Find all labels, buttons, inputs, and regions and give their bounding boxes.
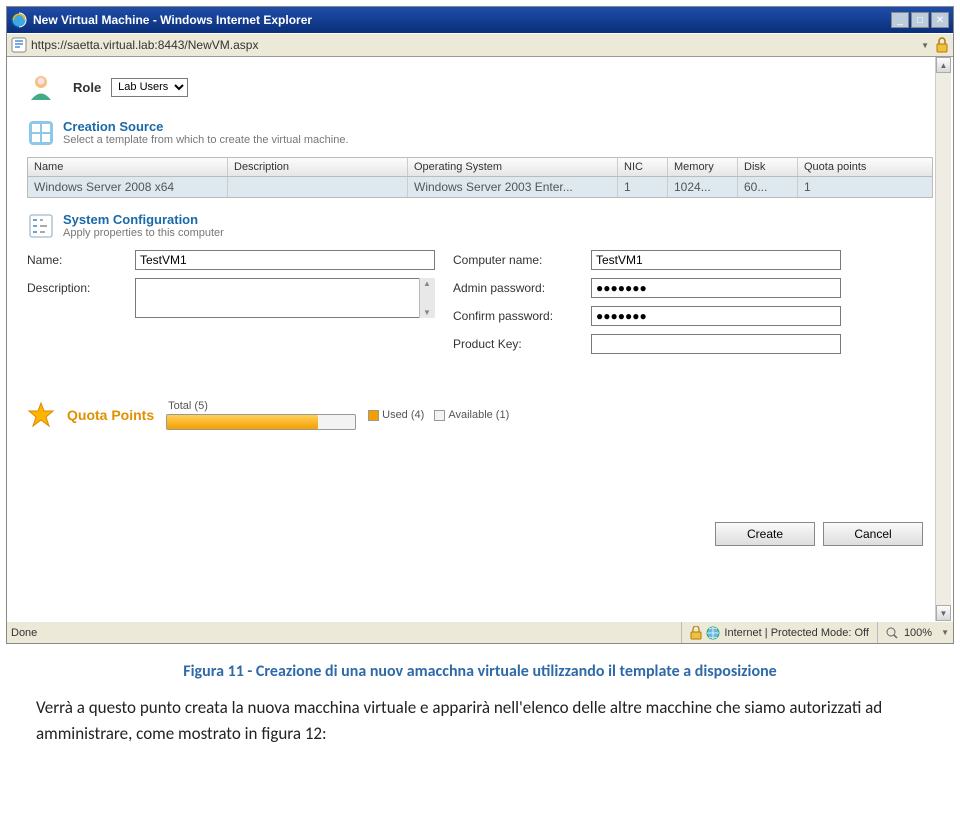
status-done: Done [11,627,681,639]
status-bar: Done Internet | Protected Mode: Off 100%… [7,621,953,643]
col-name[interactable]: Name [28,158,228,176]
url-dropdown-icon[interactable]: ▼ [921,41,929,50]
create-button[interactable]: Create [715,522,815,546]
creation-source-title: Creation Source [63,119,349,134]
quota-section: Quota Points Total (5) Used (4) Availabl… [27,400,933,430]
template-table-header: Name Description Operating System NIC Me… [27,157,933,177]
quota-title: Quota Points [67,407,154,423]
role-icon [27,73,55,101]
browser-window: New Virtual Machine - Windows Internet E… [6,6,954,644]
label-computer-name: Computer name: [453,253,573,267]
figure-caption-title: Figura 11 - Creazione di una nuov amacch… [30,662,930,681]
system-config-form: Name: Computer name: Description: Admin … [27,250,933,354]
legend-used-swatch [368,410,379,421]
system-config-subtitle: Apply properties to this computer [63,227,224,239]
confirm-password-input[interactable] [591,306,841,326]
template-row[interactable]: Windows Server 2008 x64 Windows Server 2… [27,177,933,198]
page-icon [11,37,27,53]
scroll-down-button[interactable]: ▼ [936,605,951,621]
content-scrollbar[interactable]: ▲ ▼ [935,57,951,621]
zoom-value: 100% [904,627,932,639]
status-lock-icon [690,626,702,640]
quota-total-label: Total (5) [168,400,356,412]
minimize-button[interactable]: _ [891,12,909,28]
col-description[interactable]: Description [228,158,408,176]
name-input[interactable] [135,250,435,270]
creation-source-icon [27,119,55,147]
col-quota[interactable]: Quota points [798,158,888,176]
description-scrollbar[interactable] [419,278,435,318]
zoom-dropdown-icon[interactable]: ▼ [941,628,949,637]
legend-used-label: Used (4) [382,409,424,421]
quota-bar [166,414,356,430]
internet-zone-icon [706,626,720,640]
label-confirm-password: Confirm password: [453,309,573,323]
scroll-up-button[interactable]: ▲ [936,57,951,73]
legend-available-label: Available (1) [448,409,509,421]
window-buttons: _ □ ✕ [891,12,949,28]
maximize-button[interactable]: □ [911,12,929,28]
status-zoom[interactable]: 100% ▼ [878,627,949,639]
action-buttons: Create Cancel [27,522,933,546]
col-os[interactable]: Operating System [408,158,618,176]
product-key-input[interactable] [591,334,841,354]
creation-source-subtitle: Select a template from which to create t… [63,134,349,146]
close-button[interactable]: ✕ [931,12,949,28]
quota-legend: Used (4) Available (1) [368,409,509,421]
ie-icon [11,12,27,28]
zoom-icon [886,627,898,639]
star-icon [27,401,55,429]
legend-available-swatch [434,410,445,421]
quota-used-fill [167,415,317,429]
col-nic[interactable]: NIC [618,158,668,176]
label-description: Description: [27,278,117,295]
admin-password-input[interactable] [591,278,841,298]
status-mode-text: Internet | Protected Mode: Off [724,627,869,639]
status-security: Internet | Protected Mode: Off [681,622,878,643]
window-titlebar: New Virtual Machine - Windows Internet E… [7,7,953,33]
window-title: New Virtual Machine - Windows Internet E… [33,13,891,27]
row-disk: 60... [738,177,798,197]
col-disk[interactable]: Disk [738,158,798,176]
role-select[interactable]: Lab Users [111,78,188,97]
description-input[interactable] [135,278,435,318]
page-content: Role Lab Users Creation Source Select a … [7,57,953,621]
row-nic: 1 [618,177,668,197]
row-os: Windows Server 2003 Enter... [408,177,618,197]
system-config-icon [27,212,55,240]
row-description [228,177,408,197]
row-quota: 1 [798,177,888,197]
cancel-button[interactable]: Cancel [823,522,923,546]
label-admin-password: Admin password: [453,281,573,295]
col-memory[interactable]: Memory [668,158,738,176]
figure-caption-block: Figura 11 - Creazione di una nuov amacch… [30,662,930,746]
computer-name-input[interactable] [591,250,841,270]
url-field[interactable]: https://saetta.virtual.lab:8443/NewVM.as… [31,38,918,52]
system-config-title: System Configuration [63,212,224,227]
row-name: Windows Server 2008 x64 [28,177,228,197]
row-memory: 1024... [668,177,738,197]
address-bar: https://saetta.virtual.lab:8443/NewVM.as… [7,33,953,57]
label-product-key: Product Key: [453,337,573,351]
label-name: Name: [27,253,117,267]
figure-caption-body: Verrà a questo punto creata la nuova mac… [36,695,924,746]
role-label: Role [73,80,101,95]
lock-icon [935,37,949,53]
